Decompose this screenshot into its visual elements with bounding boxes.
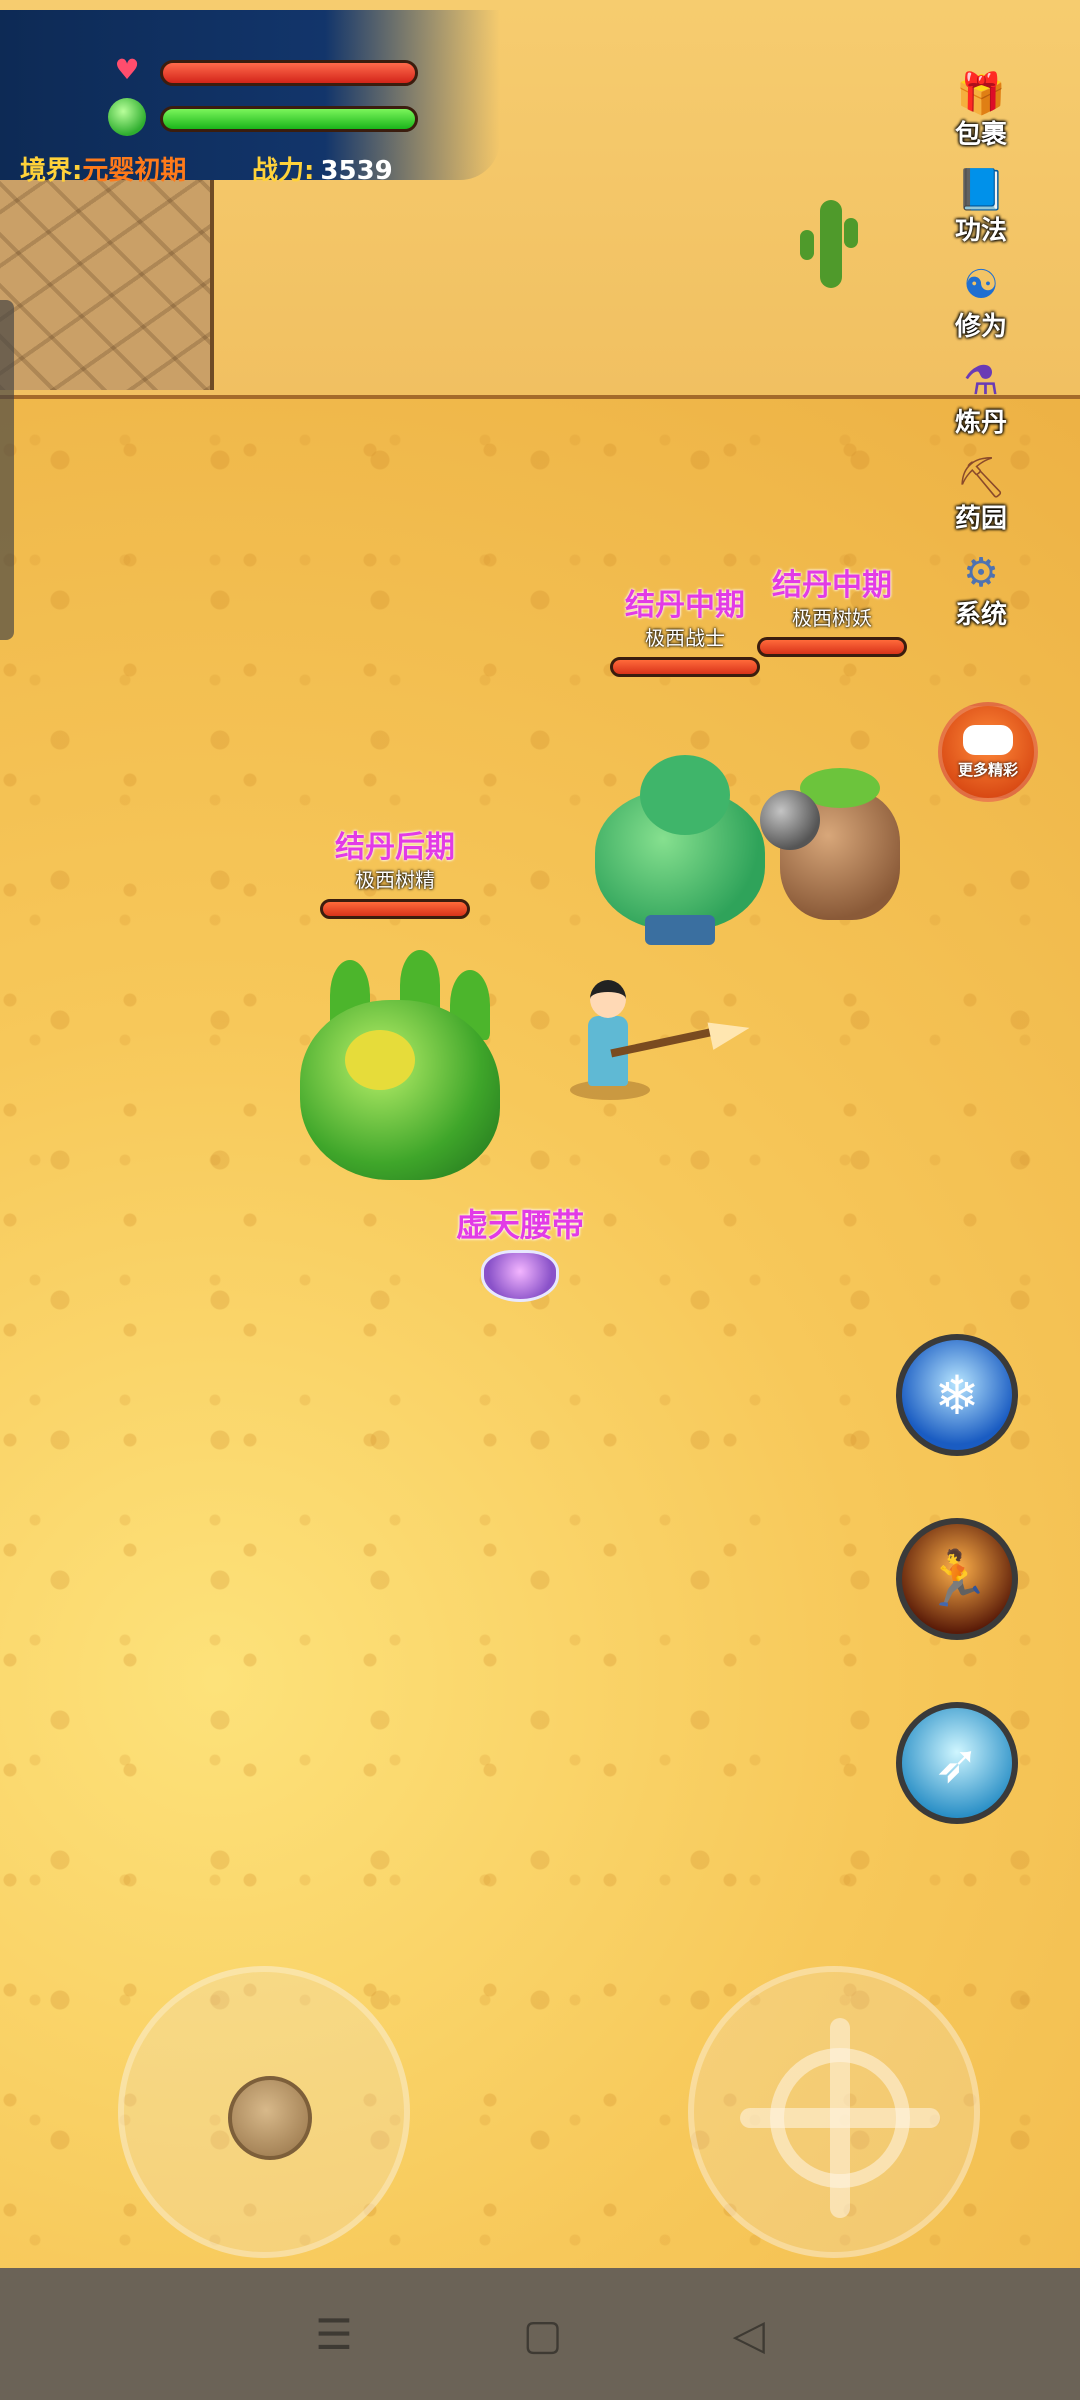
yin-yang-icon: ☯ (963, 262, 999, 308)
movement-joystick[interactable] (118, 1966, 410, 2258)
power-label: 战力: (252, 156, 315, 186)
skill-ice-button[interactable]: ❄ (896, 1334, 1018, 1456)
more-features-button[interactable]: 更多精彩 (938, 702, 1038, 802)
back-icon[interactable]: ◁ (733, 2310, 765, 2359)
ice-crystal-icon: ❄ (934, 1363, 980, 1427)
enemy-name: 极西树精 (355, 868, 435, 892)
side-drawer-handle[interactable] (0, 300, 14, 640)
realm-value: 元婴初期 (82, 156, 187, 186)
menu-label-bag: 包裹 (954, 120, 1007, 150)
belt-icon (481, 1250, 559, 1302)
cracked-rock-terrain (0, 170, 214, 390)
dropped-item-name: 虚天腰带 (455, 1206, 584, 1244)
more-features-label: 更多精彩 (957, 760, 1018, 779)
menu-item-herb-garden[interactable]: ⛏ 药园 (935, 450, 1027, 546)
system-navigation-bar: ☰ ▢ ◁ (0, 2268, 1080, 2400)
mana-bar (160, 106, 418, 132)
enemy-health-bar (757, 637, 907, 657)
player-status-panel: ♥ 境界:元婴初期 战力: 3539 (0, 10, 500, 186)
menu-label-system: 系统 (954, 600, 1007, 630)
enemy-tag-warrior: 结丹中期 极西战士 (605, 580, 765, 677)
gamepad-icon (963, 724, 1013, 755)
home-icon[interactable]: ▢ (523, 2310, 563, 2359)
menu-label-herb-garden: 药园 (954, 504, 1007, 534)
enemy-health-bar (320, 899, 470, 919)
enemy-name: 极西树妖 (792, 606, 872, 630)
gear-icon: ⚙ (963, 550, 999, 596)
skill-sprint-button[interactable]: 🏃 (896, 1518, 1018, 1640)
menu-icon[interactable]: ☰ (315, 2310, 353, 2359)
book-icon: 📘 (956, 166, 1006, 213)
heart-icon: ♥ (114, 52, 140, 86)
menu-label-cultivation: 修为 (954, 312, 1007, 342)
cactus-decoration (800, 200, 860, 290)
pickaxe-icon: ⛏ (955, 454, 1007, 501)
enemy-tag-tree-spirit: 结丹后期 极西树精 (315, 822, 475, 919)
attack-button[interactable] (688, 1966, 980, 2258)
enemy-name: 极西战士 (645, 626, 725, 650)
player-character (570, 980, 753, 1120)
health-bar (160, 60, 418, 86)
realm-label: 境界: (20, 156, 83, 186)
cauldron-icon: ⚗ (963, 358, 999, 404)
bag-icon: 🎁 (956, 70, 1006, 117)
tree-spirit-monster[interactable] (290, 950, 510, 1190)
enemy-level: 结丹中期 (625, 588, 745, 623)
menu-item-skills[interactable]: 📘 功法 (935, 162, 1027, 258)
enemy-level: 结丹后期 (335, 830, 455, 865)
mana-orb-icon (108, 98, 146, 136)
warrior-monster[interactable] (585, 755, 785, 945)
joystick-knob[interactable] (228, 2076, 312, 2160)
combat-power-display: 战力: 3539 (252, 150, 393, 187)
menu-item-bag[interactable]: 🎁 包裹 (935, 66, 1027, 162)
slash-icon: ➶ (934, 1731, 980, 1795)
realm-display: 境界:元婴初期 (20, 150, 186, 187)
menu-item-cultivation[interactable]: ☯ 修为 (935, 258, 1027, 354)
menu-label-alchemy: 炼丹 (954, 408, 1007, 438)
sprint-icon: 🏃 (923, 1547, 991, 1610)
enemy-tag-treant: 结丹中期 极西树妖 (752, 560, 912, 657)
menu-item-system[interactable]: ⚙ 系统 (935, 546, 1027, 642)
side-menu: 🎁 包裹 📘 功法 ☯ 修为 ⚗ 炼丹 ⛏ 药园 ⚙ 系统 (935, 66, 1027, 642)
dropped-item[interactable]: 虚天腰带 (420, 1200, 620, 1302)
menu-label-skills: 功法 (954, 216, 1007, 246)
treant-monster[interactable] (760, 760, 910, 930)
skill-slash-button[interactable]: ➶ (896, 1702, 1018, 1824)
power-value: 3539 (320, 156, 393, 186)
menu-item-alchemy[interactable]: ⚗ 炼丹 (935, 354, 1027, 450)
enemy-level: 结丹中期 (772, 568, 892, 603)
enemy-health-bar (610, 657, 760, 677)
